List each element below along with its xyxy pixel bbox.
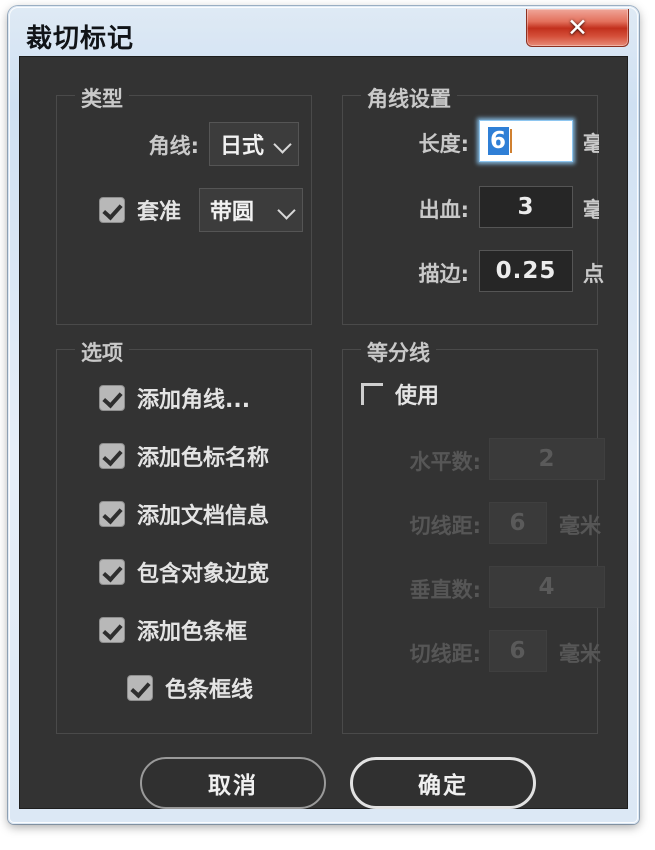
corner-line-label: 角线:	[148, 134, 199, 158]
length-unit: 毫米	[583, 132, 599, 156]
vertical-gap-label: 切线距:	[409, 642, 481, 666]
horizontal-count-value: 2	[538, 446, 556, 472]
option-label: 添加角线...	[137, 388, 251, 413]
corner-settings-group: 角线设置 长度: 6 毫米 出血: 3 毫米 描边: 0.25 点	[342, 83, 604, 325]
horizontal-gap-label: 切线距:	[409, 514, 481, 538]
stroke-unit: 点	[583, 262, 604, 286]
length-label: 长度:	[418, 132, 469, 156]
option-label: 添加色条框	[137, 620, 248, 645]
checkbox-checked-icon	[99, 501, 125, 527]
vertical-gap-value: 6	[509, 638, 527, 664]
stroke-label: 描边:	[418, 262, 469, 286]
cancel-button-label: 取消	[208, 773, 258, 799]
vertical-count-value: 4	[538, 574, 556, 600]
bleed-input-value: 3	[517, 194, 535, 220]
corner-settings-title: 角线设置	[361, 83, 457, 113]
checkbox-checked-icon	[99, 617, 125, 643]
option-add-corner-lines[interactable]: 添加角线...	[99, 382, 250, 414]
dialog-window: 裁切标记 ✕ 类型 角线: 日式 套准 带圆 角线设置 长度: 6 毫 出血: …	[8, 6, 639, 824]
chevron-down-icon	[278, 201, 296, 219]
horizontal-gap-unit: 毫米	[559, 514, 601, 538]
options-group: 选项 添加角线... 添加色标名称 添加文档信息 包含对象边宽 添加色条框 色条…	[56, 337, 312, 734]
vertical-count-label: 垂直数:	[409, 578, 481, 602]
registration-value: 带圆	[210, 200, 255, 225]
chevron-down-icon	[274, 135, 292, 153]
bleed-label: 出血:	[418, 198, 469, 222]
checkbox-unchecked-icon	[361, 383, 383, 405]
registration-checkbox[interactable]: 套准	[99, 194, 181, 226]
horizontal-gap-input[interactable]: 6	[489, 502, 547, 544]
cancel-button[interactable]: 取消	[140, 757, 326, 809]
divider-use-label: 使用	[395, 384, 440, 409]
vertical-count-input[interactable]: 4	[489, 566, 605, 608]
option-add-color-names[interactable]: 添加色标名称	[99, 440, 269, 472]
ok-button-label: 确定	[418, 773, 468, 799]
option-label: 添加色标名称	[137, 446, 270, 471]
option-add-doc-info[interactable]: 添加文档信息	[99, 498, 269, 530]
checkbox-checked-icon	[99, 385, 125, 411]
horizontal-count-label: 水平数:	[409, 450, 481, 474]
ok-button[interactable]: 确定	[350, 757, 536, 809]
stroke-input-value: 0.25	[495, 258, 557, 284]
checkbox-checked-icon	[99, 197, 125, 223]
bleed-unit: 毫米	[583, 198, 599, 222]
options-group-title: 选项	[75, 337, 129, 367]
type-group-title: 类型	[75, 83, 129, 113]
vertical-gap-unit: 毫米	[559, 642, 601, 666]
option-label: 包含对象边宽	[137, 562, 270, 587]
corner-line-value: 日式	[220, 134, 265, 159]
horizontal-gap-value: 6	[509, 510, 527, 536]
text-caret	[510, 129, 513, 153]
vertical-gap-input[interactable]: 6	[489, 630, 547, 672]
option-add-color-bar[interactable]: 添加色条框	[99, 614, 247, 646]
title-bar[interactable]: 裁切标记 ✕	[8, 6, 639, 62]
divider-group: 等分线 使用 水平数: 2 切线距: 6 毫米 垂直数: 4 切线距: 6 毫米	[342, 337, 605, 734]
corner-line-dropdown[interactable]: 日式	[209, 122, 299, 166]
checkbox-checked-icon	[127, 675, 153, 701]
option-label: 添加文档信息	[137, 504, 270, 529]
close-button[interactable]: ✕	[526, 9, 629, 47]
horizontal-count-input[interactable]: 2	[489, 438, 605, 480]
dialog-content: 类型 角线: 日式 套准 带圆 角线设置 长度: 6 毫米	[19, 56, 628, 809]
window-title: 裁切标记	[26, 24, 135, 54]
option-label: 色条框线	[165, 678, 254, 703]
registration-dropdown[interactable]: 带圆	[199, 188, 303, 232]
length-input[interactable]: 6	[479, 120, 573, 162]
registration-label: 套准	[137, 200, 182, 225]
close-icon: ✕	[567, 13, 588, 42]
type-group: 类型 角线: 日式 套准 带圆	[56, 83, 312, 325]
option-include-object-width[interactable]: 包含对象边宽	[99, 556, 269, 588]
divider-group-title: 等分线	[361, 337, 436, 367]
bleed-input[interactable]: 3	[479, 186, 573, 228]
divider-use-checkbox[interactable]: 使用	[361, 378, 439, 410]
checkbox-checked-icon	[99, 559, 125, 585]
length-input-value: 6	[488, 127, 510, 155]
stroke-input[interactable]: 0.25	[479, 250, 573, 292]
checkbox-checked-icon	[99, 443, 125, 469]
option-color-bar-outline[interactable]: 色条框线	[127, 672, 253, 704]
